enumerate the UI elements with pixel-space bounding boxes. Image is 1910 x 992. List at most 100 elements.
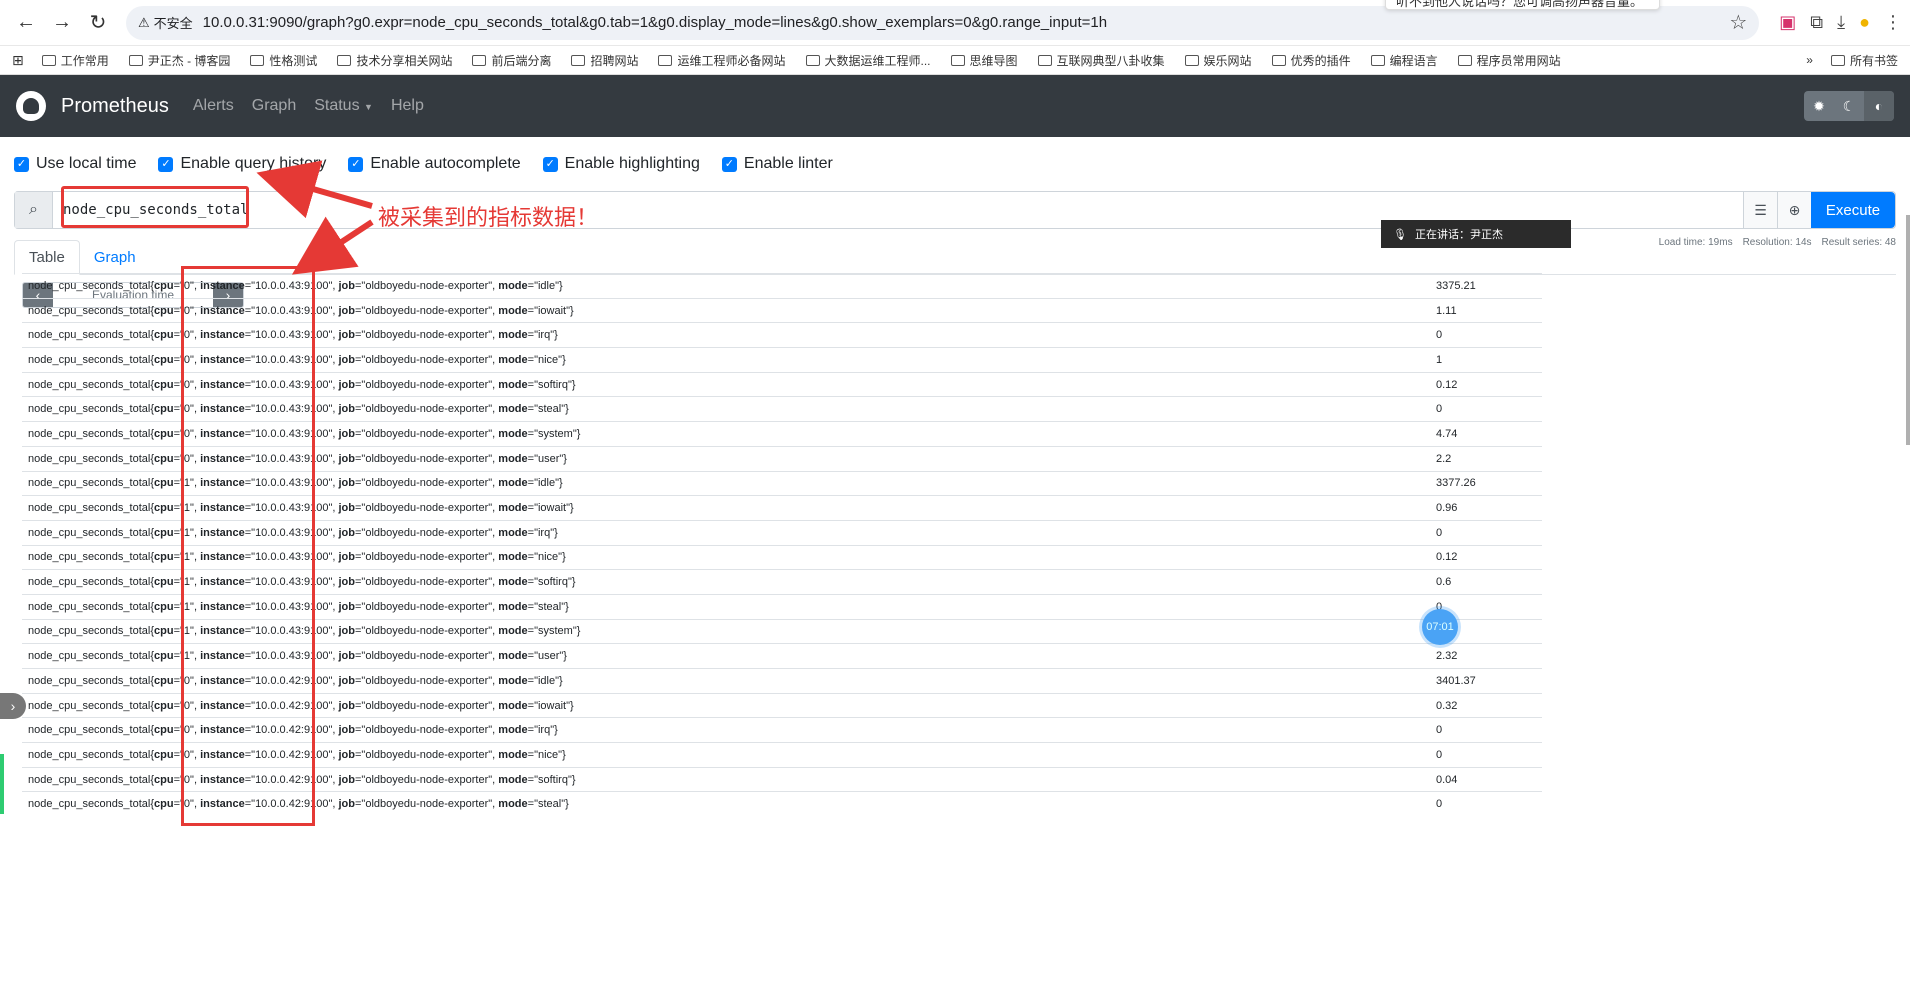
value-cell: 0.04 — [1436, 773, 1458, 786]
checkbox-checked-icon[interactable]: ✓ — [158, 156, 174, 172]
bookmark-item[interactable]: 优秀的插件 — [1271, 52, 1351, 69]
dark-theme-icon[interactable]: ☾ — [1834, 91, 1864, 121]
label-key: mode — [498, 576, 528, 589]
profile-icon[interactable]: ● — [1859, 12, 1870, 33]
label-key: mode — [498, 378, 528, 391]
bookmarks-more-icon[interactable]: » — [1806, 53, 1813, 67]
tab-table[interactable]: Table — [14, 240, 80, 275]
value-cell: 0.32 — [1436, 699, 1458, 712]
address-bar[interactable]: ⚠ 不安全 10.0.0.31:9090/graph?g0.expr=node_… — [126, 5, 1760, 40]
option-query-history[interactable]: ✓ Enable query history — [158, 155, 326, 173]
option-highlighting[interactable]: ✓ Enable highlighting — [542, 155, 700, 173]
metric-name: node_cpu_seconds_total — [28, 748, 151, 761]
nav-status[interactable]: Status ▼ — [314, 97, 373, 115]
puzzle-icon[interactable]: ⧉ — [1810, 12, 1823, 33]
bookmark-label: 编程语言 — [1389, 53, 1438, 68]
option-autocomplete[interactable]: ✓ Enable autocomplete — [348, 155, 521, 173]
label-value: oldboyedu-node-exporter — [365, 353, 489, 366]
label-key: cpu — [154, 526, 174, 539]
all-bookmarks[interactable]: 所有书签 — [1830, 52, 1898, 69]
apps-icon[interactable]: ⊞ — [12, 52, 24, 69]
nav-alerts[interactable]: Alerts — [193, 97, 234, 115]
bookmark-label: 工作常用 — [60, 53, 109, 68]
bookmark-item[interactable]: 运维工程师必备网站 — [658, 52, 786, 69]
label-key: cpu — [154, 798, 174, 811]
auto-theme-icon[interactable]: ◐ — [1864, 91, 1894, 121]
metric-name: node_cpu_seconds_total — [28, 502, 151, 515]
checkbox-checked-icon[interactable]: ✓ — [721, 156, 737, 172]
bookmark-label: 娱乐网站 — [1203, 53, 1252, 68]
load-time: Load time: 19ms — [1658, 237, 1733, 248]
option-label: Enable autocomplete — [370, 155, 521, 172]
label-key: cpu — [154, 773, 174, 786]
bookmark-item[interactable]: 编程语言 — [1370, 52, 1438, 69]
bookmark-item[interactable]: 尹正杰 - 博客园 — [128, 52, 231, 69]
bookmark-item[interactable]: 程序员常用网站 — [1457, 52, 1561, 69]
bookmark-item[interactable]: 工作常用 — [41, 52, 109, 69]
bookmark-label: 招聘网站 — [590, 53, 639, 68]
label-value: oldboyedu-node-exporter — [365, 748, 489, 761]
bookmark-item[interactable]: 性格测试 — [250, 52, 317, 69]
format-expression-icon[interactable]: ☰ — [1743, 192, 1777, 228]
execute-button[interactable]: Execute — [1811, 192, 1895, 228]
metric-name: node_cpu_seconds_total — [28, 551, 151, 564]
value-cell: 0.12 — [1436, 378, 1458, 391]
bookmark-label: 尹正杰 - 博客园 — [147, 53, 231, 68]
bookmark-item[interactable]: 技术分享相关网站 — [337, 52, 452, 69]
download-icon[interactable]: ⤓ — [1837, 12, 1845, 33]
bookmark-item[interactable]: 互联网典型八卦收集 — [1037, 52, 1165, 69]
label-key: job — [338, 279, 356, 292]
bookmark-item[interactable]: 前后端分离 — [472, 52, 551, 69]
label-key: mode — [498, 279, 528, 292]
label-key: cpu — [154, 378, 174, 391]
tab-graph[interactable]: Graph — [80, 241, 150, 274]
checkbox-checked-icon[interactable]: ✓ — [348, 156, 364, 172]
bookmark-item[interactable]: 招聘网站 — [571, 52, 638, 69]
label-key: job — [338, 427, 356, 440]
folder-icon — [128, 54, 143, 66]
bookmark-item[interactable]: 娱乐网站 — [1184, 52, 1252, 69]
folder-icon — [805, 54, 820, 66]
metrics-explorer-icon[interactable]: ⊕ — [1777, 192, 1811, 228]
bookmark-item[interactable]: 思维导图 — [950, 52, 1018, 69]
bookmark-item[interactable]: 大数据运维工程师... — [805, 52, 931, 69]
nav-help[interactable]: Help — [391, 97, 424, 115]
label-value: oldboyedu-node-exporter — [365, 403, 489, 416]
reload-icon[interactable]: ↻ — [80, 5, 116, 41]
menu-icon[interactable]: ⋮ — [1884, 12, 1902, 33]
bookmark-label: 程序员常用网站 — [1476, 53, 1561, 68]
prometheus-logo-icon[interactable] — [16, 91, 46, 121]
bookmark-star-icon[interactable]: ☆ — [1729, 10, 1747, 35]
option-local-time[interactable]: ✓ Use local time — [14, 155, 136, 173]
label-key: cpu — [154, 748, 174, 761]
bookmark-label: 互联网典型八卦收集 — [1056, 53, 1165, 68]
label-key: mode — [498, 674, 528, 687]
extension-icon[interactable]: ▣ — [1779, 12, 1796, 33]
option-linter[interactable]: ✓ Enable linter — [721, 155, 833, 173]
label-key: cpu — [154, 304, 174, 317]
timer-bubble[interactable]: 07:01 — [1422, 609, 1458, 645]
forward-icon[interactable]: → — [44, 5, 80, 41]
resolution: Resolution: 14s — [1742, 237, 1812, 248]
nav-status-label: Status — [314, 97, 360, 114]
back-icon[interactable]: ← — [8, 5, 44, 41]
light-theme-icon[interactable]: ✹ — [1804, 91, 1834, 121]
side-expand-icon[interactable]: › — [0, 693, 26, 719]
query-bar: ⌕ node_cpu_seconds_total ☰ ⊕ Execute — [14, 186, 1896, 229]
url-text[interactable]: 10.0.0.31:9090/graph?g0.expr=node_cpu_se… — [203, 14, 1730, 31]
checkbox-checked-icon[interactable]: ✓ — [14, 156, 29, 172]
browser-toolbar: ← → ↻ ⚠ 不安全 10.0.0.31:9090/graph?g0.expr… — [0, 0, 1910, 46]
label-value: oldboyedu-node-exporter — [365, 650, 489, 663]
nav-graph[interactable]: Graph — [252, 97, 296, 115]
result-series: Result series: 48 — [1821, 237, 1896, 248]
folder-icon — [1370, 54, 1385, 66]
scrollbar-thumb[interactable] — [1906, 215, 1910, 445]
brand[interactable]: Prometheus — [61, 95, 169, 118]
value-cell: 0 — [1436, 724, 1443, 737]
bookmarks-bar: ⊞ 工作常用 尹正杰 - 博客园 性格测试 技术分享相关网站 前后端分离 招聘网站 运维工程… — [0, 46, 1910, 75]
label-key: cpu — [154, 353, 174, 366]
insecure-indicator[interactable]: ⚠ 不安全 — [138, 13, 193, 32]
checkbox-checked-icon[interactable]: ✓ — [542, 156, 558, 172]
label-value: oldboyedu-node-exporter — [365, 798, 489, 811]
query-options: ✓ Use local time ✓ Enable query history ✓ E… — [0, 137, 1910, 191]
